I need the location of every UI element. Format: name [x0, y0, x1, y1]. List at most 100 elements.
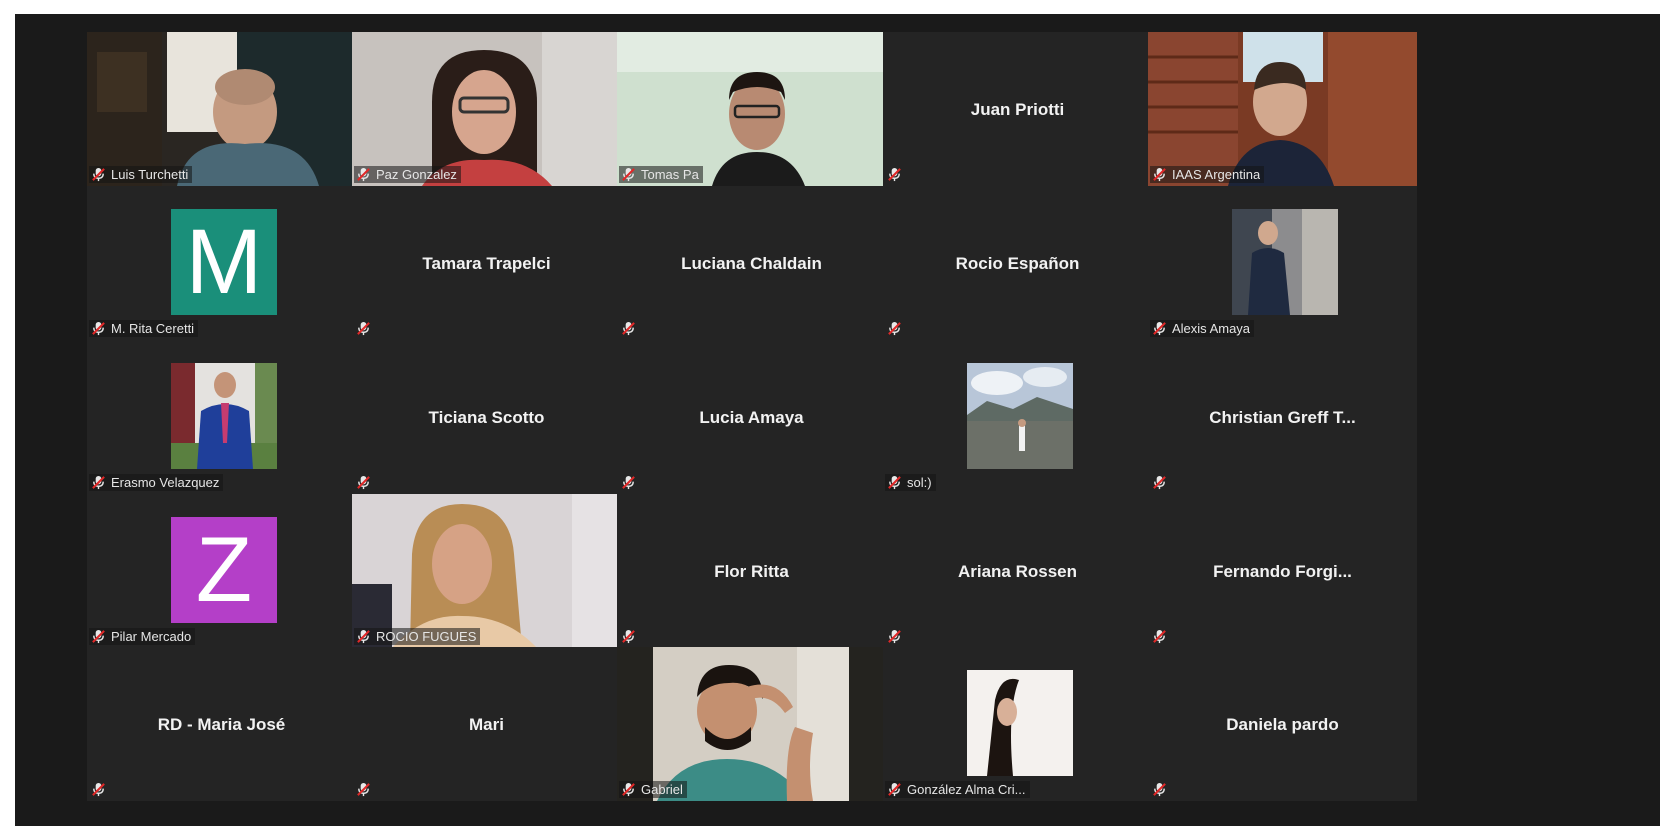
- video-feed: [352, 494, 621, 648]
- participant-tile[interactable]: Ticiana Scotto: [352, 340, 621, 494]
- participant-display-name: Lucia Amaya: [699, 408, 804, 427]
- participant-tile[interactable]: Christian Greff T...: [1148, 340, 1417, 494]
- participant-tile[interactable]: ROCIO FUGUES: [352, 494, 621, 648]
- profile-photo: [171, 363, 277, 469]
- participant-tile[interactable]: Flor Ritta: [617, 494, 886, 648]
- participant-tile[interactable]: Mari: [352, 647, 621, 801]
- participant-display-name: Daniela pardo: [1226, 715, 1339, 734]
- participant-tile[interactable]: Paz Gonzalez: [352, 32, 621, 186]
- participant-tile[interactable]: Alexis Amaya: [1148, 186, 1417, 340]
- participant-display-name: RD - Maria José: [157, 715, 286, 734]
- participant-display-name: Christian Greff T...: [1209, 408, 1356, 427]
- participant-tile[interactable]: Tamara Trapelci: [352, 186, 621, 340]
- participant-name: Pilar Mercado: [111, 629, 192, 644]
- microphone-muted-icon[interactable]: [621, 475, 636, 490]
- microphone-muted-icon[interactable]: [887, 167, 902, 182]
- participant-name-bar: Paz Gonzalez: [354, 166, 461, 183]
- profile-photo: [1232, 209, 1338, 315]
- participant-name: Erasmo Velazquez: [111, 475, 220, 490]
- participant-name: IAAS Argentina: [1172, 167, 1261, 182]
- microphone-muted-icon[interactable]: [621, 321, 636, 336]
- microphone-muted-icon[interactable]: [91, 167, 106, 182]
- participant-display-name: Ticiana Scotto: [428, 408, 545, 427]
- microphone-muted-icon[interactable]: [621, 629, 636, 644]
- participant-name-bar: [354, 781, 375, 798]
- participant-name: González Alma Cri...: [907, 782, 1026, 797]
- video-feed: [617, 647, 886, 801]
- participant-display-name: Mari: [469, 715, 504, 734]
- microphone-muted-icon[interactable]: [1152, 475, 1167, 490]
- microphone-muted-icon[interactable]: [91, 475, 106, 490]
- microphone-muted-icon[interactable]: [1152, 321, 1167, 336]
- participant-name: Luis Turchetti: [111, 167, 189, 182]
- participant-display-name: Flor Ritta: [714, 562, 789, 581]
- avatar: Z: [171, 517, 277, 623]
- microphone-muted-icon[interactable]: [356, 782, 371, 797]
- participant-tile[interactable]: Erasmo Velazquez: [87, 340, 356, 494]
- participant-display-name: Ariana Rossen: [957, 562, 1078, 581]
- video-feed: [617, 32, 886, 186]
- microphone-muted-icon[interactable]: [621, 782, 636, 797]
- participant-name-bar: [1150, 781, 1171, 798]
- avatar: M: [171, 209, 277, 315]
- participant-name-bar: ROCIO FUGUES: [354, 628, 481, 645]
- participant-name: ROCIO FUGUES: [376, 629, 477, 644]
- participant-name: M. Rita Ceretti: [111, 321, 195, 336]
- participant-display-name: Fernando Forgi...: [1213, 562, 1352, 581]
- participant-tile[interactable]: M M. Rita Ceretti: [87, 186, 356, 340]
- gallery-view: Luis Turchetti Paz Gonzalez Tomas Pa Juan P…: [15, 14, 1660, 826]
- participant-tile[interactable]: Fernando Forgi...: [1148, 494, 1417, 648]
- participant-name-bar: [354, 320, 375, 337]
- video-feed: [1148, 32, 1417, 186]
- participant-tile[interactable]: RD - Maria José: [87, 647, 356, 801]
- microphone-muted-icon[interactable]: [1152, 167, 1167, 182]
- participant-tile[interactable]: Luis Turchetti: [87, 32, 356, 186]
- participant-name-bar: [1150, 628, 1171, 645]
- participant-name-bar: [619, 474, 640, 491]
- participant-name-bar: Gabriel: [619, 781, 687, 798]
- participant-name-bar: [619, 628, 640, 645]
- participant-display-name: Luciana Chaldain: [681, 254, 822, 273]
- participant-name-bar: Pilar Mercado: [89, 628, 196, 645]
- profile-photo: [967, 363, 1073, 469]
- participant-name-bar: Tomas Pa: [619, 166, 703, 183]
- participant-name-bar: [885, 166, 906, 183]
- participant-tile[interactable]: Luciana Chaldain: [617, 186, 886, 340]
- microphone-muted-icon[interactable]: [621, 167, 636, 182]
- microphone-muted-icon[interactable]: [356, 475, 371, 490]
- participant-name-bar: [885, 628, 906, 645]
- participant-display-name: Tamara Trapelci: [422, 254, 551, 273]
- video-feed: [352, 32, 621, 186]
- participant-tile[interactable]: Juan Priotti: [883, 32, 1152, 186]
- participant-display-name: Juan Priotti: [970, 100, 1065, 119]
- microphone-muted-icon[interactable]: [91, 782, 106, 797]
- microphone-muted-icon[interactable]: [91, 629, 106, 644]
- participant-tile[interactable]: IAAS Argentina: [1148, 32, 1417, 186]
- microphone-muted-icon[interactable]: [356, 321, 371, 336]
- participant-name-bar: [354, 474, 375, 491]
- participant-tile[interactable]: Ariana Rossen: [883, 494, 1152, 648]
- microphone-muted-icon[interactable]: [887, 629, 902, 644]
- participant-name: sol:): [907, 475, 932, 490]
- participant-tile[interactable]: Gabriel: [617, 647, 886, 801]
- microphone-muted-icon[interactable]: [887, 782, 902, 797]
- participant-tile[interactable]: sol:): [883, 340, 1152, 494]
- microphone-muted-icon[interactable]: [887, 475, 902, 490]
- microphone-muted-icon[interactable]: [91, 321, 106, 336]
- microphone-muted-icon[interactable]: [356, 167, 371, 182]
- participant-name-bar: [1150, 474, 1171, 491]
- participant-name-bar: Erasmo Velazquez: [89, 474, 224, 491]
- participant-name: Paz Gonzalez: [376, 167, 457, 182]
- participant-tile[interactable]: Z Pilar Mercado: [87, 494, 356, 648]
- microphone-muted-icon[interactable]: [1152, 782, 1167, 797]
- participant-name-bar: [89, 781, 110, 798]
- microphone-muted-icon[interactable]: [1152, 629, 1167, 644]
- participant-name-bar: sol:): [885, 474, 936, 491]
- microphone-muted-icon[interactable]: [356, 629, 371, 644]
- participant-tile[interactable]: Lucia Amaya: [617, 340, 886, 494]
- participant-tile[interactable]: González Alma Cri...: [883, 647, 1152, 801]
- participant-tile[interactable]: Rocio Españon: [883, 186, 1152, 340]
- participant-tile[interactable]: Tomas Pa: [617, 32, 886, 186]
- participant-tile[interactable]: Daniela pardo: [1148, 647, 1417, 801]
- microphone-muted-icon[interactable]: [887, 321, 902, 336]
